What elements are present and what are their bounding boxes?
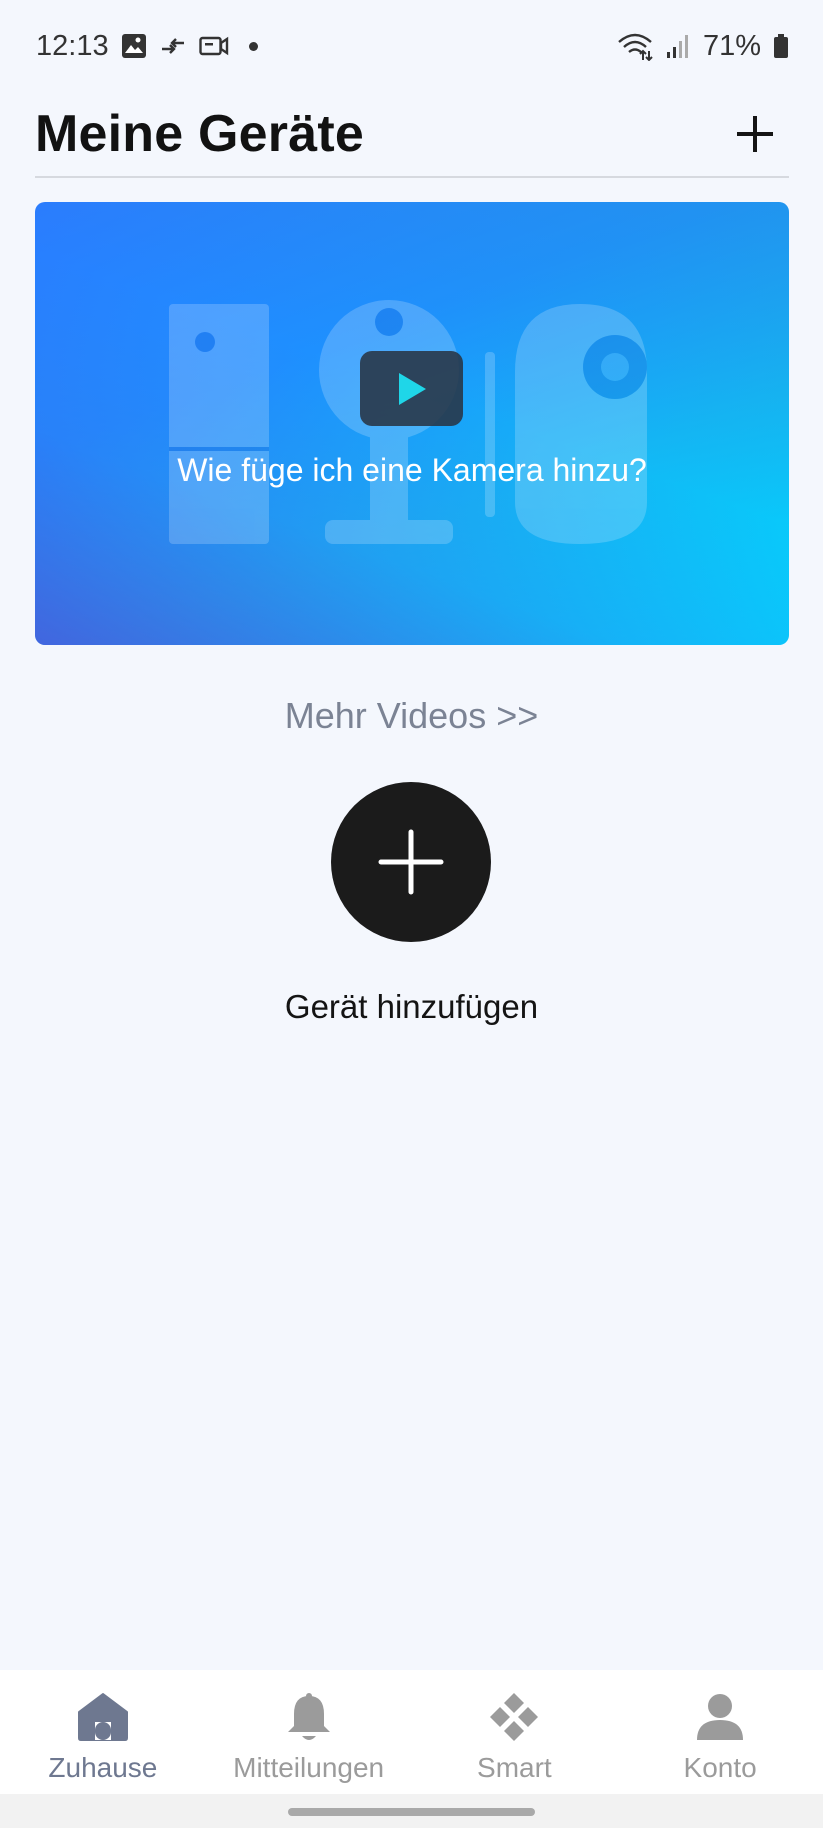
data-transfer-icon (159, 35, 187, 57)
header: Meine Geräte (35, 92, 789, 178)
signal-icon (665, 33, 691, 59)
video-call-icon (198, 35, 229, 57)
smart-diamond-icon (488, 1688, 540, 1746)
status-bar: 12:13 71% (0, 0, 823, 92)
nav-label: Konto (683, 1752, 757, 1783)
gesture-area (0, 1794, 823, 1828)
tutorial-video-banner[interactable]: Wie füge ich eine Kamera hinzu? (35, 202, 789, 645)
play-icon (398, 372, 426, 405)
gesture-bar[interactable] (288, 1808, 535, 1816)
play-button[interactable] (360, 351, 463, 426)
plus-icon (378, 829, 444, 895)
nav-label: Mitteilungen (233, 1752, 385, 1783)
image-icon (121, 33, 147, 59)
banner-caption: Wie füge ich eine Kamera hinzu? (177, 452, 647, 488)
more-videos-link[interactable]: Mehr Videos >> (0, 695, 823, 737)
home-icon (77, 1688, 129, 1746)
person-icon (695, 1688, 745, 1746)
wifi-icon (617, 31, 653, 61)
add-device-label: Gerät hinzufügen (284, 988, 539, 1025)
page-title: Meine Geräte (35, 105, 364, 163)
nav-item-mitteilungen[interactable]: Mitteilungen (214, 1688, 404, 1784)
nav-item-zuhause[interactable]: Zuhause (8, 1688, 198, 1784)
status-right: 71% (617, 30, 789, 63)
nav-item-konto[interactable]: Konto (625, 1688, 815, 1784)
bottom-nav: Zuhause Mitteilungen Smart Konto (0, 1670, 823, 1794)
screen: 12:13 71% Meine Geräte Wie füge ich eine… (0, 0, 823, 1828)
nav-label: Smart (477, 1752, 552, 1783)
nav-label: Zuhause (48, 1752, 158, 1783)
battery-icon (773, 33, 789, 59)
notification-dot (248, 41, 258, 51)
plus-icon (737, 116, 773, 152)
status-time: 12:13 (36, 29, 109, 62)
add-device-header-button[interactable] (725, 104, 785, 164)
status-left: 12:13 (36, 30, 258, 63)
battery-percent: 71% (702, 29, 761, 62)
add-device-button[interactable] (331, 782, 491, 942)
bell-icon (286, 1688, 332, 1746)
nav-item-smart[interactable]: Smart (419, 1688, 609, 1784)
